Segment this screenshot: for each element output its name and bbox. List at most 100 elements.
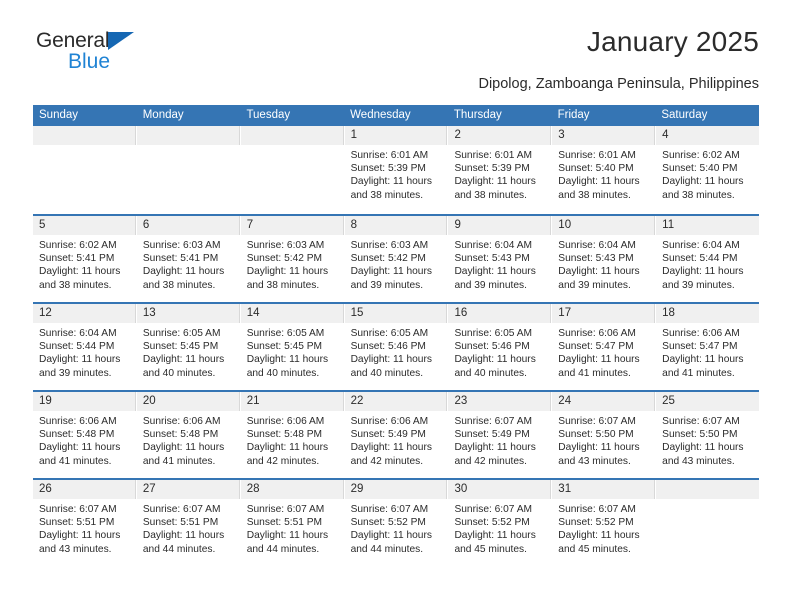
calendar-day-cell[interactable]: 21 Sunrise: 6:06 AM Sunset: 5:48 PM Dayligh… xyxy=(240,392,345,478)
calendar-day-cell[interactable]: 16 Sunrise: 6:05 AM Sunset: 5:46 PM Dayligh… xyxy=(448,304,553,390)
day-number: 25 xyxy=(656,392,760,411)
daylight-text-line1: Daylight: 11 hours xyxy=(142,530,225,542)
calendar-day-cell[interactable]: 7 Sunrise: 6:03 AM Sunset: 5:42 PM Daylight… xyxy=(240,216,345,302)
daylight-text-line2: and 41 minutes. xyxy=(558,367,631,379)
calendar-day-cell[interactable]: 4 Sunrise: 6:02 AM Sunset: 5:40 PM Daylight… xyxy=(656,126,760,214)
sunrise-text: Sunrise: 6:05 AM xyxy=(454,328,533,339)
daylight-text-line1: Daylight: 11 hours xyxy=(350,442,432,454)
calendar-day-cell[interactable]: 19 Sunrise: 6:06 AM Sunset: 5:48 PM Dayligh… xyxy=(33,392,137,478)
daylight-text-line2: and 39 minutes. xyxy=(39,367,112,379)
calendar-day-cell[interactable]: 25 Sunrise: 6:07 AM Sunset: 5:50 PM Dayligh… xyxy=(656,392,760,478)
calendar-day-cell[interactable]: 2 Sunrise: 6:01 AM Sunset: 5:39 PM Daylight… xyxy=(448,126,553,214)
daylight-text-line1: Daylight: 11 hours xyxy=(350,530,432,542)
daylight-text-line2: and 39 minutes. xyxy=(454,279,527,291)
sunrise-text: Sunrise: 6:04 AM xyxy=(39,328,117,339)
daylight-text-line1: Daylight: 11 hours xyxy=(246,354,329,366)
sunrise-text: Sunrise: 6:07 AM xyxy=(246,504,325,515)
daylight-text-line2: and 42 minutes. xyxy=(350,455,424,467)
sunrise-text: Sunrise: 6:01 AM xyxy=(558,150,636,161)
calendar-day-cell[interactable]: 20 Sunrise: 6:06 AM Sunset: 5:48 PM Dayligh… xyxy=(136,392,241,478)
calendar-day-cell[interactable]: 30 Sunrise: 6:07 AM Sunset: 5:52 PM Dayligh… xyxy=(448,480,553,566)
calendar-day-cell[interactable]: 9 Sunrise: 6:04 AM Sunset: 5:43 PM Daylight… xyxy=(448,216,553,302)
sunset-text: Sunset: 5:48 PM xyxy=(246,429,323,441)
sunrise-text: Sunrise: 6:03 AM xyxy=(350,240,429,251)
day-details: Sunrise: 6:07 AM Sunset: 5:52 PM Daylight:… xyxy=(448,499,551,556)
sunset-text: Sunset: 5:52 PM xyxy=(454,517,530,529)
sunset-text: Sunset: 5:47 PM xyxy=(558,341,634,353)
day-number xyxy=(656,480,760,499)
weekday-header-friday: Friday xyxy=(557,109,590,121)
sunrise-text: Sunrise: 6:06 AM xyxy=(558,328,636,339)
calendar-day-cell[interactable]: 13 Sunrise: 6:05 AM Sunset: 5:45 PM Dayligh… xyxy=(136,304,241,390)
day-number: 6 xyxy=(136,216,240,235)
sunrise-text: Sunrise: 6:07 AM xyxy=(454,416,533,427)
sunset-text: Sunset: 5:52 PM xyxy=(558,517,634,529)
weekday-header-sunday: Sunday xyxy=(39,109,79,121)
page-header: General Blue January 2025 Dipolog, Zambo… xyxy=(33,0,759,92)
day-number: 11 xyxy=(656,216,760,235)
daylight-text-line1: Daylight: 11 hours xyxy=(558,354,640,366)
calendar-day-cell[interactable]: 31 Sunrise: 6:07 AM Sunset: 5:52 PM Dayligh… xyxy=(552,480,657,566)
sunrise-text: Sunrise: 6:07 AM xyxy=(142,504,221,515)
day-number: 17 xyxy=(552,304,656,323)
calendar-day-cell[interactable]: 23 Sunrise: 6:07 AM Sunset: 5:49 PM Dayligh… xyxy=(448,392,553,478)
brand-logo[interactable]: General Blue xyxy=(36,30,206,80)
day-details: Sunrise: 6:04 AM Sunset: 5:43 PM Daylight:… xyxy=(448,235,551,292)
daylight-text-line2: and 44 minutes. xyxy=(246,543,320,555)
calendar-day-cell[interactable]: 11 Sunrise: 6:04 AM Sunset: 5:44 PM Dayligh… xyxy=(656,216,760,302)
triangle-icon xyxy=(108,32,134,50)
daylight-text-line1: Daylight: 11 hours xyxy=(39,530,121,542)
sunset-text: Sunset: 5:40 PM xyxy=(558,163,634,175)
calendar-day-cell[interactable]: 28 Sunrise: 6:07 AM Sunset: 5:51 PM Dayligh… xyxy=(240,480,345,566)
day-number: 31 xyxy=(552,480,656,499)
sunset-text: Sunset: 5:49 PM xyxy=(350,429,426,441)
calendar-week-row: 1 Sunrise: 6:01 AM Sunset: 5:39 PM Daylight… xyxy=(33,126,760,214)
calendar-day-cell[interactable]: 18 Sunrise: 6:06 AM Sunset: 5:47 PM Dayligh… xyxy=(656,304,760,390)
day-number: 9 xyxy=(448,216,552,235)
day-details: Sunrise: 6:05 AM Sunset: 5:45 PM Daylight:… xyxy=(137,323,240,380)
calendar-day-cell[interactable]: 12 Sunrise: 6:04 AM Sunset: 5:44 PM Dayligh… xyxy=(33,304,137,390)
daylight-text-line2: and 41 minutes. xyxy=(142,455,216,467)
day-number: 12 xyxy=(33,304,136,323)
day-details: Sunrise: 6:07 AM Sunset: 5:50 PM Daylight:… xyxy=(552,411,655,468)
daylight-text-line1: Daylight: 11 hours xyxy=(454,176,536,188)
day-number: 7 xyxy=(240,216,344,235)
day-number: 16 xyxy=(448,304,552,323)
calendar-day-cell[interactable]: 22 Sunrise: 6:06 AM Sunset: 5:49 PM Dayligh… xyxy=(344,392,449,478)
day-number: 18 xyxy=(656,304,760,323)
sunrise-text: Sunrise: 6:07 AM xyxy=(454,504,533,515)
calendar-day-cell[interactable]: 14 Sunrise: 6:05 AM Sunset: 5:45 PM Dayligh… xyxy=(240,304,345,390)
sunrise-text: Sunrise: 6:01 AM xyxy=(454,150,533,161)
sunrise-text: Sunrise: 6:05 AM xyxy=(142,328,221,339)
day-details: Sunrise: 6:04 AM Sunset: 5:44 PM Daylight:… xyxy=(656,235,759,292)
daylight-text-line2: and 39 minutes. xyxy=(350,279,424,291)
sunrise-text: Sunrise: 6:02 AM xyxy=(39,240,117,251)
calendar-day-cell[interactable]: 27 Sunrise: 6:07 AM Sunset: 5:51 PM Dayligh… xyxy=(136,480,241,566)
calendar-day-cell[interactable]: 29 Sunrise: 6:07 AM Sunset: 5:52 PM Dayligh… xyxy=(344,480,449,566)
calendar-day-cell[interactable]: 24 Sunrise: 6:07 AM Sunset: 5:50 PM Dayligh… xyxy=(552,392,657,478)
day-details: Sunrise: 6:04 AM Sunset: 5:44 PM Daylight:… xyxy=(33,323,136,380)
sunset-text: Sunset: 5:50 PM xyxy=(662,429,738,441)
calendar-day-cell[interactable]: 1 Sunrise: 6:01 AM Sunset: 5:39 PM Daylight… xyxy=(344,126,449,214)
calendar-day-cell[interactable]: 5 Sunrise: 6:02 AM Sunset: 5:41 PM Daylight… xyxy=(33,216,137,302)
sunset-text: Sunset: 5:42 PM xyxy=(350,253,426,265)
calendar-day-cell[interactable]: 8 Sunrise: 6:03 AM Sunset: 5:42 PM Daylight… xyxy=(344,216,449,302)
daylight-text-line1: Daylight: 11 hours xyxy=(454,442,536,454)
daylight-text-line2: and 39 minutes. xyxy=(662,279,735,291)
calendar-day-cell[interactable]: 26 Sunrise: 6:07 AM Sunset: 5:51 PM Dayligh… xyxy=(33,480,137,566)
sunrise-text: Sunrise: 6:07 AM xyxy=(662,416,740,427)
daylight-text-line2: and 40 minutes. xyxy=(142,367,216,379)
calendar-day-cell[interactable]: 10 Sunrise: 6:04 AM Sunset: 5:43 PM Dayligh… xyxy=(552,216,657,302)
day-number: 20 xyxy=(136,392,240,411)
day-details: Sunrise: 6:07 AM Sunset: 5:50 PM Daylight:… xyxy=(656,411,759,468)
daylight-text-line2: and 40 minutes. xyxy=(350,367,424,379)
calendar-day-cell[interactable]: 15 Sunrise: 6:05 AM Sunset: 5:46 PM Dayligh… xyxy=(344,304,449,390)
calendar-day-cell[interactable]: 3 Sunrise: 6:01 AM Sunset: 5:40 PM Daylight… xyxy=(552,126,657,214)
sunset-text: Sunset: 5:43 PM xyxy=(558,253,634,265)
calendar-day-cell[interactable]: 17 Sunrise: 6:06 AM Sunset: 5:47 PM Dayligh… xyxy=(552,304,657,390)
day-number: 4 xyxy=(656,126,760,145)
calendar-day-cell[interactable]: 6 Sunrise: 6:03 AM Sunset: 5:41 PM Daylight… xyxy=(136,216,241,302)
daylight-text-line2: and 43 minutes. xyxy=(558,455,631,467)
day-number: 14 xyxy=(240,304,344,323)
daylight-text-line2: and 42 minutes. xyxy=(246,455,320,467)
